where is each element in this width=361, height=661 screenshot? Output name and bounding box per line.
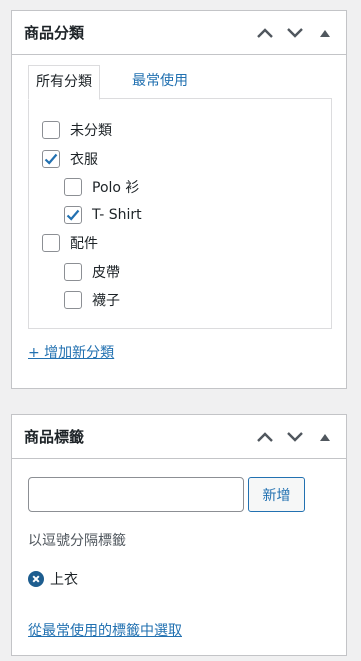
- toggle-panel-button[interactable]: [310, 415, 340, 459]
- chevron-up-icon: [257, 431, 273, 442]
- checkmark-icon: [66, 209, 80, 221]
- move-up-button[interactable]: [250, 415, 280, 459]
- triangle-up-icon: [320, 29, 330, 37]
- chevron-up-icon: [257, 27, 273, 38]
- checkmark-icon: [44, 153, 58, 165]
- category-item-clothing[interactable]: 衣服: [42, 147, 98, 171]
- move-up-button[interactable]: [250, 11, 280, 55]
- new-tag-input[interactable]: [28, 477, 244, 512]
- tag-item: 上衣: [28, 569, 78, 589]
- add-new-category-link[interactable]: + 增加新分類: [28, 342, 114, 362]
- chevron-down-icon: [287, 431, 303, 442]
- add-tag-button[interactable]: 新增: [248, 477, 305, 512]
- product-tags-header: 商品標籤: [12, 415, 346, 459]
- category-label: 未分類: [70, 123, 112, 139]
- category-label: T- Shirt: [92, 207, 142, 223]
- category-tabs: 所有分類 最常使用: [28, 65, 332, 100]
- category-item-tshirt[interactable]: T- Shirt: [64, 203, 142, 227]
- tab-all-categories[interactable]: 所有分類: [28, 65, 100, 100]
- category-item-accessories[interactable]: 配件: [42, 231, 98, 255]
- chevron-down-icon: [287, 27, 303, 38]
- choose-from-most-used-tags-link[interactable]: 從最常使用的標籤中選取: [28, 620, 182, 640]
- toggle-panel-button[interactable]: [310, 11, 340, 55]
- category-checklist: 未分類 衣服 Polo 衫 T- Shirt 配件 皮帶 襪子: [28, 98, 332, 329]
- move-down-button[interactable]: [280, 415, 310, 459]
- checkbox[interactable]: [42, 234, 60, 252]
- tab-most-used[interactable]: 最常使用: [125, 65, 195, 99]
- category-label: 配件: [70, 236, 98, 252]
- checkbox[interactable]: [42, 121, 60, 139]
- category-item-uncategorized[interactable]: 未分類: [42, 118, 112, 142]
- tag-separator-hint: 以逗號分隔標籤: [28, 533, 126, 549]
- category-label: 衣服: [70, 152, 98, 168]
- checkbox[interactable]: [64, 178, 82, 196]
- move-down-button[interactable]: [280, 11, 310, 55]
- checkbox[interactable]: [64, 206, 82, 224]
- product-categories-header: 商品分類: [12, 11, 346, 55]
- category-label: 襪子: [92, 293, 120, 309]
- category-item-belts[interactable]: 皮帶: [64, 260, 120, 284]
- checkbox[interactable]: [64, 263, 82, 281]
- product-categories-box: 商品分類 所有分類 最常使用 未分類 衣服 Polo 衫 T- Shirt 配件…: [11, 10, 347, 389]
- checkbox[interactable]: [42, 150, 60, 168]
- category-label: Polo 衫: [92, 180, 140, 196]
- category-item-polo[interactable]: Polo 衫: [64, 175, 139, 199]
- category-label: 皮帶: [92, 265, 120, 281]
- product-tags-title: 商品標籤: [24, 428, 85, 446]
- tag-label: 上衣: [50, 572, 78, 588]
- product-tags-box: 商品標籤 新增 以逗號分隔標籤 上衣 從最常使用的標籤中選取: [11, 414, 347, 656]
- checkbox[interactable]: [64, 291, 82, 309]
- category-item-socks[interactable]: 襪子: [64, 288, 120, 312]
- product-categories-title: 商品分類: [24, 24, 85, 42]
- triangle-up-icon: [320, 433, 330, 441]
- remove-circle-icon[interactable]: [28, 571, 44, 587]
